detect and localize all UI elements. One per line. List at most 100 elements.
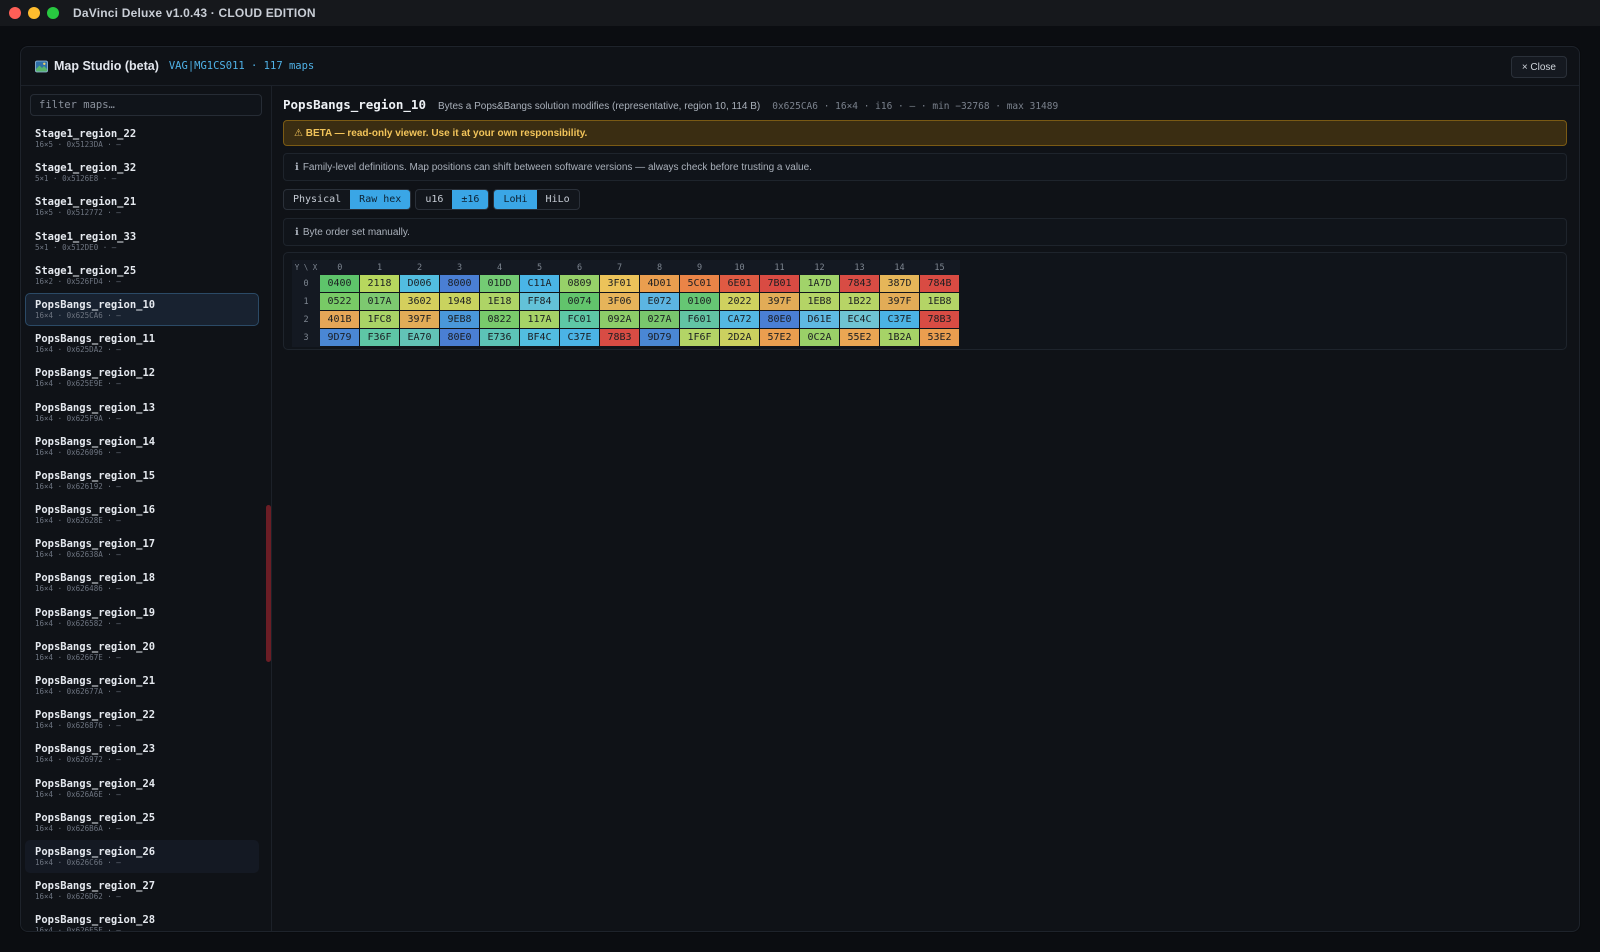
sidebar-scrollbar[interactable] — [266, 86, 271, 931]
grid-cell[interactable]: 5C01 — [679, 275, 720, 293]
grid-cell[interactable]: 0809 — [559, 275, 600, 293]
grid-cell[interactable]: 3F06 — [599, 292, 640, 311]
grid-cell[interactable]: D61E — [799, 310, 840, 329]
grid-cell[interactable]: EA70 — [399, 328, 440, 347]
grid-cell[interactable]: 397F — [759, 292, 800, 311]
grid-cell[interactable]: 9D79 — [639, 328, 680, 347]
grid-cell[interactable]: 6E01 — [719, 275, 760, 293]
sidebar-map-item[interactable]: PopsBangs_region_22 16×4 · 0x626876 · – — [25, 703, 259, 736]
minimize-window-button[interactable] — [28, 7, 40, 19]
grid-cell[interactable]: 017A — [359, 292, 400, 311]
sidebar-map-item[interactable]: PopsBangs_region_20 16×4 · 0x62667E · – — [25, 635, 259, 668]
sidebar-map-item[interactable]: PopsBangs_region_19 16×4 · 0x626582 · – — [25, 601, 259, 634]
grid-cell[interactable]: C37E — [879, 310, 920, 329]
grid-cell[interactable]: 1E18 — [479, 292, 520, 311]
sidebar-map-item[interactable]: PopsBangs_region_28 16×4 · 0x626E5E · – — [25, 908, 259, 931]
grid-cell[interactable]: 401B — [320, 310, 360, 329]
grid-cell[interactable]: 78B3 — [919, 310, 960, 329]
zoom-window-button[interactable] — [47, 7, 59, 19]
grid-cell[interactable]: 8000 — [439, 275, 480, 293]
grid-cell[interactable]: 53E2 — [919, 328, 960, 347]
sidebar-map-item[interactable]: PopsBangs_region_21 16×4 · 0x62677A · – — [25, 669, 259, 702]
sidebar-map-item[interactable]: Stage1_region_22 16×5 · 0x5123DA · – — [25, 122, 259, 155]
order-hilo-button[interactable]: HiLo — [537, 190, 579, 209]
grid-cell[interactable]: 387D — [879, 275, 920, 293]
grid-cell[interactable]: 55E2 — [839, 328, 880, 347]
grid-cell[interactable]: 2D2A — [719, 328, 760, 347]
sidebar-map-item[interactable]: PopsBangs_region_11 16×4 · 0x625DA2 · – — [25, 327, 259, 360]
grid-cell[interactable]: 7B01 — [759, 275, 800, 293]
grid-cell[interactable]: 9EB8 — [439, 310, 480, 329]
grid-cell[interactable]: F601 — [679, 310, 720, 329]
grid-cell[interactable]: 1EB8 — [919, 292, 960, 311]
view-physical-button[interactable]: Physical — [284, 190, 350, 209]
grid-cell[interactable]: 092A — [599, 310, 640, 329]
sidebar-map-item[interactable]: PopsBangs_region_25 16×4 · 0x626B6A · – — [25, 806, 259, 839]
sidebar-map-item[interactable]: Stage1_region_25 16×2 · 0x526FD4 · – — [25, 259, 259, 292]
grid-cell[interactable]: 3602 — [399, 292, 440, 311]
sidebar-map-item[interactable]: PopsBangs_region_14 16×4 · 0x626096 · – — [25, 430, 259, 463]
grid-cell[interactable]: 1B22 — [839, 292, 880, 311]
sidebar-map-item[interactable]: PopsBangs_region_27 16×4 · 0x626D62 · – — [25, 874, 259, 907]
sidebar-map-item[interactable]: PopsBangs_region_10 16×4 · 0x625CA6 · – — [25, 292, 259, 326]
filter-maps-input[interactable] — [30, 94, 262, 116]
grid-cell[interactable]: FC01 — [559, 310, 600, 329]
grid-cell[interactable]: 117A — [519, 310, 560, 329]
close-window-button[interactable] — [9, 7, 21, 19]
grid-cell[interactable]: 4D01 — [639, 275, 680, 293]
grid-cell[interactable]: 1FC8 — [359, 310, 400, 329]
grid-cell[interactable]: EC4C — [839, 310, 880, 329]
grid-cell[interactable]: 7843 — [839, 275, 880, 293]
close-button[interactable]: × Close — [1510, 56, 1567, 78]
grid-cell[interactable]: 80E0 — [439, 328, 480, 347]
grid-cell[interactable]: CA72 — [719, 310, 760, 329]
sidebar-map-item[interactable]: PopsBangs_region_26 16×4 · 0x626C66 · – — [25, 839, 259, 873]
grid-cell[interactable]: 0100 — [679, 292, 720, 311]
grid-cell[interactable]: 784B — [919, 275, 960, 293]
grid-cell[interactable]: E072 — [639, 292, 680, 311]
sidebar-map-item[interactable]: Stage1_region_21 16×5 · 0x512772 · – — [25, 190, 259, 223]
grid-cell[interactable]: 1F6F — [679, 328, 720, 347]
grid-cell[interactable]: 80E0 — [759, 310, 800, 329]
grid-cell[interactable]: FF84 — [519, 292, 560, 311]
grid-cell[interactable]: 3F01 — [599, 275, 640, 293]
grid-cell[interactable]: 1A7D — [799, 275, 840, 293]
type-u16-button[interactable]: u16 — [416, 190, 452, 209]
sidebar-map-item[interactable]: PopsBangs_region_18 16×4 · 0x626486 · – — [25, 566, 259, 599]
grid-cell[interactable]: 01DD — [479, 275, 520, 293]
sidebar-map-item[interactable]: PopsBangs_region_24 16×4 · 0x626A6E · – — [25, 772, 259, 805]
view-raw-hex-button[interactable]: Raw hex — [350, 190, 411, 209]
sidebar-map-item[interactable]: PopsBangs_region_12 16×4 · 0x625E9E · – — [25, 361, 259, 394]
type-16-button[interactable]: ±16 — [452, 190, 489, 209]
grid-cell[interactable]: C11A — [519, 275, 560, 293]
grid-cell[interactable]: 2022 — [719, 292, 760, 311]
sidebar-scroll-thumb[interactable] — [266, 505, 271, 662]
grid-cell[interactable]: 78B3 — [599, 328, 640, 347]
grid-cell[interactable]: 1948 — [439, 292, 480, 311]
grid-cell[interactable]: 2118 — [359, 275, 400, 293]
grid-cell[interactable]: 027A — [639, 310, 680, 329]
sidebar-map-item[interactable]: PopsBangs_region_23 16×4 · 0x626972 · – — [25, 737, 259, 770]
grid-cell[interactable]: 0822 — [479, 310, 520, 329]
grid-cell[interactable]: 1B2A — [879, 328, 920, 347]
grid-cell[interactable]: C37E — [559, 328, 600, 347]
grid-cell[interactable]: 57E2 — [759, 328, 800, 347]
sidebar-map-item[interactable]: Stage1_region_33 5×1 · 0x512DE0 · – — [25, 225, 259, 258]
grid-cell[interactable]: 0522 — [320, 292, 360, 311]
order-lohi-button[interactable]: LoHi — [494, 190, 537, 209]
grid-cell[interactable]: D006 — [399, 275, 440, 293]
grid-cell[interactable]: 0400 — [320, 275, 360, 293]
grid-cell[interactable]: 397F — [879, 292, 920, 311]
sidebar-map-item[interactable]: PopsBangs_region_16 16×4 · 0x62628E · – — [25, 498, 259, 531]
grid-cell[interactable]: 397F — [399, 310, 440, 329]
grid-cell[interactable]: E736 — [479, 328, 520, 347]
sidebar-map-item[interactable]: Stage1_region_32 5×1 · 0x5126E8 · – — [25, 156, 259, 189]
sidebar-map-item[interactable]: PopsBangs_region_15 16×4 · 0x626192 · – — [25, 464, 259, 497]
grid-cell[interactable]: 9D79 — [320, 328, 360, 347]
grid-cell[interactable]: 0C2A — [799, 328, 840, 347]
sidebar-map-item[interactable]: PopsBangs_region_13 16×4 · 0x625F9A · – — [25, 396, 259, 429]
grid-cell[interactable]: F36F — [359, 328, 400, 347]
grid-cell[interactable]: 1EB8 — [799, 292, 840, 311]
grid-cell[interactable]: BF4C — [519, 328, 560, 347]
grid-cell[interactable]: 0074 — [559, 292, 600, 311]
